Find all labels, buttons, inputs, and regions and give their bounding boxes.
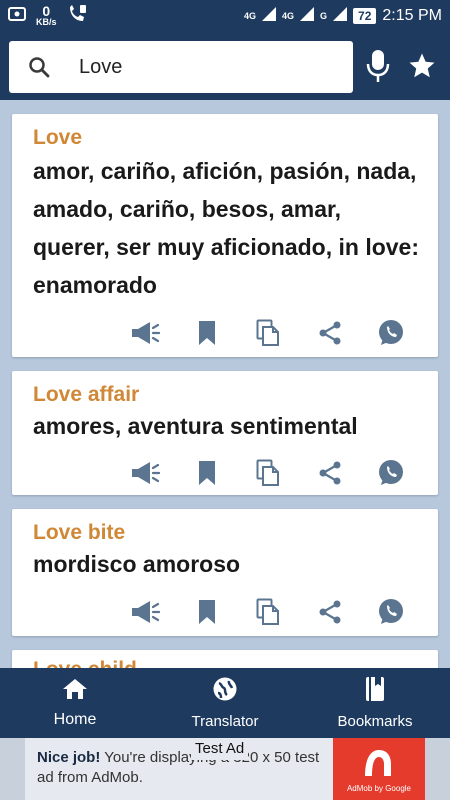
search-input[interactable] [79,55,339,79]
whatsapp-icon [379,320,403,345]
result-actions [128,455,408,491]
copy-button[interactable] [251,595,285,629]
network-1-label: 4G [244,10,257,21]
bookmark-icon [198,600,215,624]
clock: 2:15 PM [382,7,442,24]
megaphone-icon [132,322,160,344]
bookmark-button[interactable] [190,595,224,629]
whatsapp-icon [379,460,403,485]
speak-button[interactable] [128,456,162,490]
whatsapp-button[interactable] [374,595,408,629]
signal-icon [262,6,277,26]
bookmark-button[interactable] [190,316,224,350]
bottom-navigation: Home Translator Bookmarks [0,668,450,738]
result-term: Love bite [33,521,126,544]
result-actions [128,594,408,630]
nav-bookmarks[interactable]: Bookmarks [300,668,450,738]
search-box[interactable] [9,41,353,93]
bookmark-icon [198,321,215,345]
megaphone-icon [132,601,160,623]
whatsapp-button[interactable] [374,316,408,350]
nav-translator-label: Translator [191,713,259,730]
result-card: Love amor, cariño, afición, pasión, nada… [12,114,438,357]
book-icon [364,676,386,707]
admob-logo: AdMob by Google [333,738,425,800]
home-icon [62,678,88,705]
signal-icon [300,6,315,26]
ad-text: Nice job! You're displaying a 320 x 50 t… [37,748,327,788]
result-card: Love bite mordisco amoroso [12,509,438,636]
ad-headline: Nice job! [37,749,101,766]
network-speed: 0 KB/s [36,4,57,27]
nav-home[interactable]: Home [0,668,150,738]
admob-icon [365,749,391,776]
copy-icon [256,598,279,625]
share-button[interactable] [313,595,347,629]
copy-icon [256,459,279,486]
share-button[interactable] [313,316,347,350]
call-icon [67,4,87,28]
megaphone-icon [132,462,160,484]
result-translation: amores, aventura sentimental [33,413,358,439]
search-icon[interactable] [9,56,69,78]
screenshot-icon [8,6,26,27]
share-button[interactable] [313,456,347,490]
network-3-label: G [320,10,328,21]
copy-button[interactable] [251,316,285,350]
battery-level: 72 [353,8,377,24]
favorites-button[interactable] [404,48,440,88]
result-actions [128,315,408,351]
share-icon [319,461,340,485]
bookmark-icon [198,461,215,485]
star-icon [407,51,437,86]
result-translation: mordisco amoroso [33,551,241,577]
whatsapp-button[interactable] [374,456,408,490]
copy-button[interactable] [251,456,285,490]
microphone-icon [366,49,390,88]
ad-brand: AdMob by Google [346,783,412,793]
network-2-label: 4G [282,10,295,21]
speak-button[interactable] [128,595,162,629]
result-translation: amor, cariño, afición, pasión, nada, ama… [33,158,420,298]
nav-home-label: Home [53,710,97,728]
share-icon [319,600,340,624]
voice-search-button[interactable] [362,48,394,88]
speak-button[interactable] [128,316,162,350]
nav-translator[interactable]: Translator [150,668,300,738]
copy-icon [256,319,279,346]
share-icon [319,321,340,345]
app-toolbar [0,32,450,100]
test-ad-label: Test Ad [191,738,249,760]
speed-unit: KB/s [36,17,57,27]
result-term: Love affair [33,383,140,406]
globe-icon [212,676,238,707]
signal-icon [333,6,348,26]
result-card: Love affair amores, aventura sentimental [12,371,438,495]
status-bar: 0 KB/s 4G 4G G 72 2:15 PM [0,0,450,32]
nav-bookmarks-label: Bookmarks [337,713,413,730]
result-term: Love [33,126,83,149]
bookmark-button[interactable] [190,456,224,490]
whatsapp-icon [379,599,403,624]
